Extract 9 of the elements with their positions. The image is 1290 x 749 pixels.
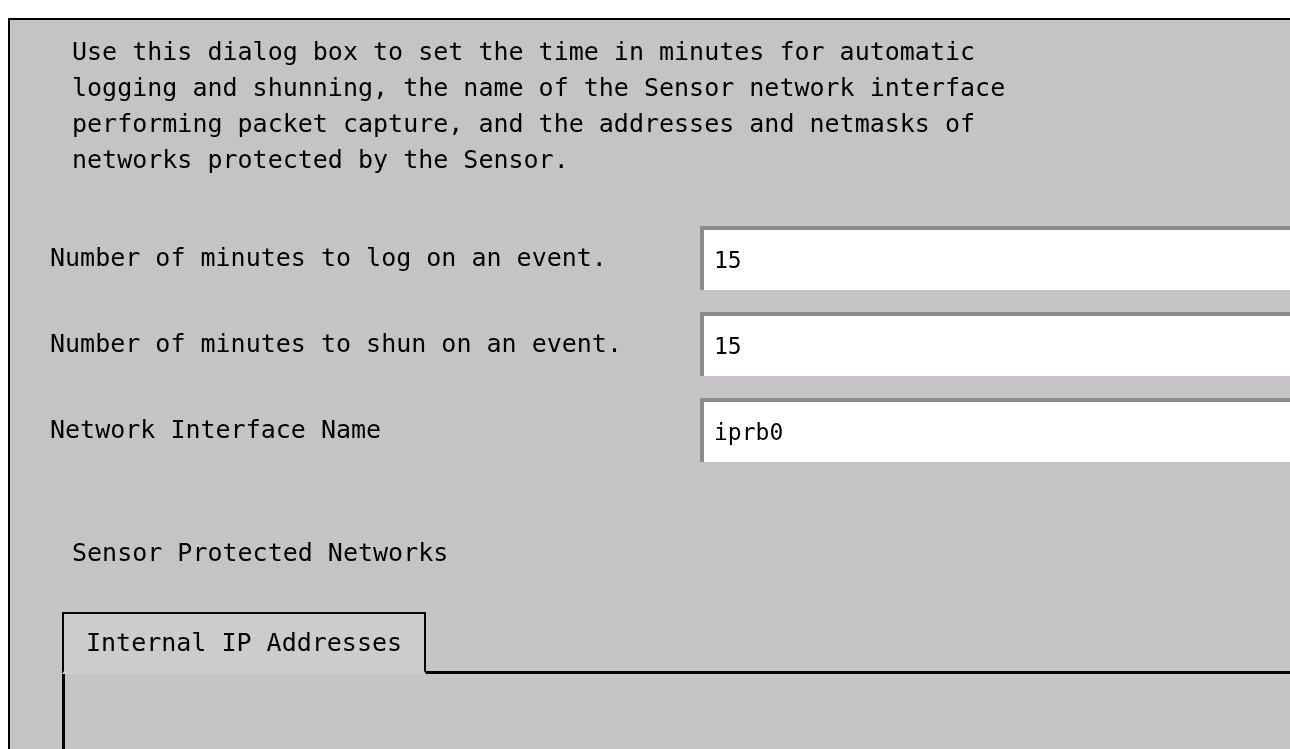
description-text: Use this dialog box to set the time in minutes for automatic logging and shunning, the name of the Sensor network interface performing packet capture, and the addresses and netmasks of networks protected by the Sensor. bbox=[72, 36, 1007, 176]
tab[interactable]: Internal IP Addresses bbox=[62, 611, 427, 674]
section-label: Sensor Protected Networks bbox=[72, 537, 450, 569]
input-field[interactable]: 15 bbox=[700, 312, 1290, 376]
input-field[interactable]: iprb0 bbox=[700, 398, 1290, 462]
field-label: Network Interface Name bbox=[50, 414, 383, 447]
field-label: Number of minutes to log on an event. bbox=[50, 242, 608, 275]
input-field[interactable]: 15 bbox=[700, 226, 1290, 290]
field-label: Number of minutes to shun on an event. bbox=[50, 328, 623, 361]
